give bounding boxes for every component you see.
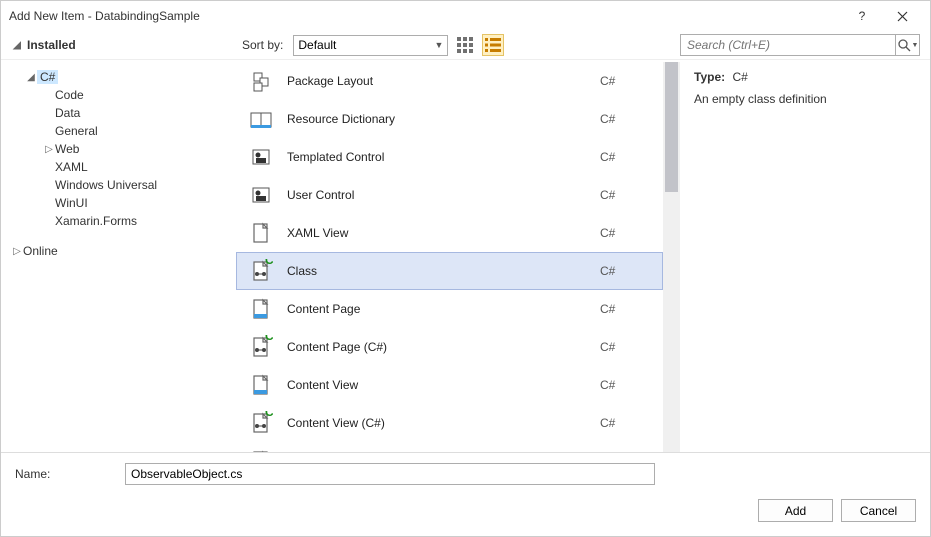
tree-panel: ◢C# CodeDataGeneral▷WebXAMLWindows Unive… bbox=[1, 59, 236, 452]
tree-node-online[interactable]: ▷Online bbox=[11, 242, 226, 260]
sort-combo[interactable]: Default ▼ bbox=[293, 35, 448, 56]
template-item[interactable]: Content Page (C#) C# bbox=[236, 328, 663, 366]
type-description: An empty class definition bbox=[694, 92, 916, 106]
list-panel: Package LayoutC#Resource DictionaryC#Tem… bbox=[236, 59, 680, 452]
template-label: Content View (C#) bbox=[287, 416, 586, 430]
template-label: Templated Control bbox=[287, 150, 586, 164]
template-lang: C# bbox=[600, 150, 650, 164]
view-grid-button[interactable] bbox=[454, 34, 476, 56]
main: ◢C# CodeDataGeneral▷WebXAMLWindows Unive… bbox=[1, 59, 930, 452]
template-lang: C# bbox=[600, 340, 650, 354]
tree-node-general[interactable]: General bbox=[11, 122, 226, 140]
search-box: ▼ bbox=[680, 34, 920, 56]
button-row: Add Cancel bbox=[1, 495, 930, 536]
template-item[interactable]: Package Layout C# bbox=[236, 62, 663, 100]
template-item[interactable]: Content Page C# bbox=[236, 290, 663, 328]
footer: Name: bbox=[1, 452, 930, 495]
toolbar: ◢ Installed Sort by: Default ▼ ▼ bbox=[1, 31, 930, 59]
name-input[interactable] bbox=[125, 463, 655, 485]
template-item[interactable]: User Control C# bbox=[236, 176, 663, 214]
template-lang: C# bbox=[600, 416, 650, 430]
name-label: Name: bbox=[15, 467, 115, 481]
template-label: Resource Dictionary bbox=[287, 112, 586, 126]
list-icon bbox=[483, 35, 503, 55]
tree-header-installed[interactable]: ◢ Installed bbox=[11, 38, 76, 52]
expand-icon: ▷ bbox=[43, 144, 55, 155]
template-icon bbox=[249, 69, 273, 93]
tree-node-xaml[interactable]: XAML bbox=[11, 158, 226, 176]
template-lang: C# bbox=[600, 226, 650, 240]
template-lang: C# bbox=[600, 264, 650, 278]
grid-icon bbox=[455, 35, 475, 55]
chevron-down-icon: ▼ bbox=[434, 40, 443, 50]
template-lang: C# bbox=[600, 302, 650, 316]
template-icon bbox=[249, 183, 273, 207]
tree-node-csharp[interactable]: ◢C# bbox=[11, 68, 226, 86]
titlebar: Add New Item - DatabindingSample ? bbox=[1, 1, 930, 31]
template-label: Content Page (C#) bbox=[287, 340, 586, 354]
template-icon bbox=[249, 411, 273, 435]
template-lang: C# bbox=[600, 378, 650, 392]
template-icon bbox=[249, 373, 273, 397]
template-label: Content Page bbox=[287, 302, 586, 316]
cancel-button[interactable]: Cancel bbox=[841, 499, 916, 522]
tree-node-code[interactable]: Code bbox=[11, 86, 226, 104]
tree-node-windows-universal[interactable]: Windows Universal bbox=[11, 176, 226, 194]
tree-node-data[interactable]: Data bbox=[11, 104, 226, 122]
template-label: Package Layout bbox=[287, 74, 586, 88]
template-item[interactable]: Class C# bbox=[236, 252, 663, 290]
template-lang: C# bbox=[600, 74, 650, 88]
sort-label: Sort by: bbox=[242, 38, 283, 52]
template-lang: C# bbox=[600, 112, 650, 126]
scrollbar-thumb[interactable] bbox=[665, 62, 678, 192]
tree-node-xamarin-forms[interactable]: Xamarin.Forms bbox=[11, 212, 226, 230]
add-button[interactable]: Add bbox=[758, 499, 833, 522]
template-icon bbox=[249, 297, 273, 321]
template-icon bbox=[249, 259, 273, 283]
template-item[interactable]: XAML View C# bbox=[236, 214, 663, 252]
search-icon bbox=[897, 38, 911, 52]
item-list: Package LayoutC#Resource DictionaryC#Tem… bbox=[236, 62, 663, 452]
type-label: Type: bbox=[694, 70, 725, 84]
search-input[interactable] bbox=[681, 38, 895, 52]
template-item[interactable]: Content View (C#) C# bbox=[236, 404, 663, 442]
details-panel: Type: C# An empty class definition bbox=[680, 59, 930, 452]
close-button[interactable] bbox=[882, 1, 922, 31]
template-icon bbox=[249, 145, 273, 169]
close-icon bbox=[897, 11, 908, 22]
template-item[interactable]: Resource Dictionary C# bbox=[236, 100, 663, 138]
expand-icon: ◢ bbox=[11, 40, 23, 51]
template-icon bbox=[249, 107, 273, 131]
template-label: Class bbox=[287, 264, 586, 278]
tree-node-web[interactable]: ▷Web bbox=[11, 140, 226, 158]
template-icon bbox=[249, 335, 273, 359]
template-label: Content View bbox=[287, 378, 586, 392]
scrollbar[interactable] bbox=[663, 62, 680, 452]
window-title: Add New Item - DatabindingSample bbox=[9, 9, 842, 23]
template-lang: C# bbox=[600, 188, 650, 202]
tree-node-winui[interactable]: WinUI bbox=[11, 194, 226, 212]
template-icon bbox=[249, 221, 273, 245]
view-list-button[interactable] bbox=[482, 34, 504, 56]
help-button[interactable]: ? bbox=[842, 1, 882, 31]
template-label: XAML View bbox=[287, 226, 586, 240]
template-item[interactable]: Flyout PageC# bbox=[236, 442, 663, 452]
template-item[interactable]: Content View C# bbox=[236, 366, 663, 404]
template-item[interactable]: Templated Control C# bbox=[236, 138, 663, 176]
template-label: User Control bbox=[287, 188, 586, 202]
expand-icon: ◢ bbox=[25, 72, 37, 83]
type-value: C# bbox=[732, 70, 747, 84]
expand-icon: ▷ bbox=[11, 246, 23, 257]
search-dropdown-button[interactable]: ▼ bbox=[895, 35, 919, 55]
